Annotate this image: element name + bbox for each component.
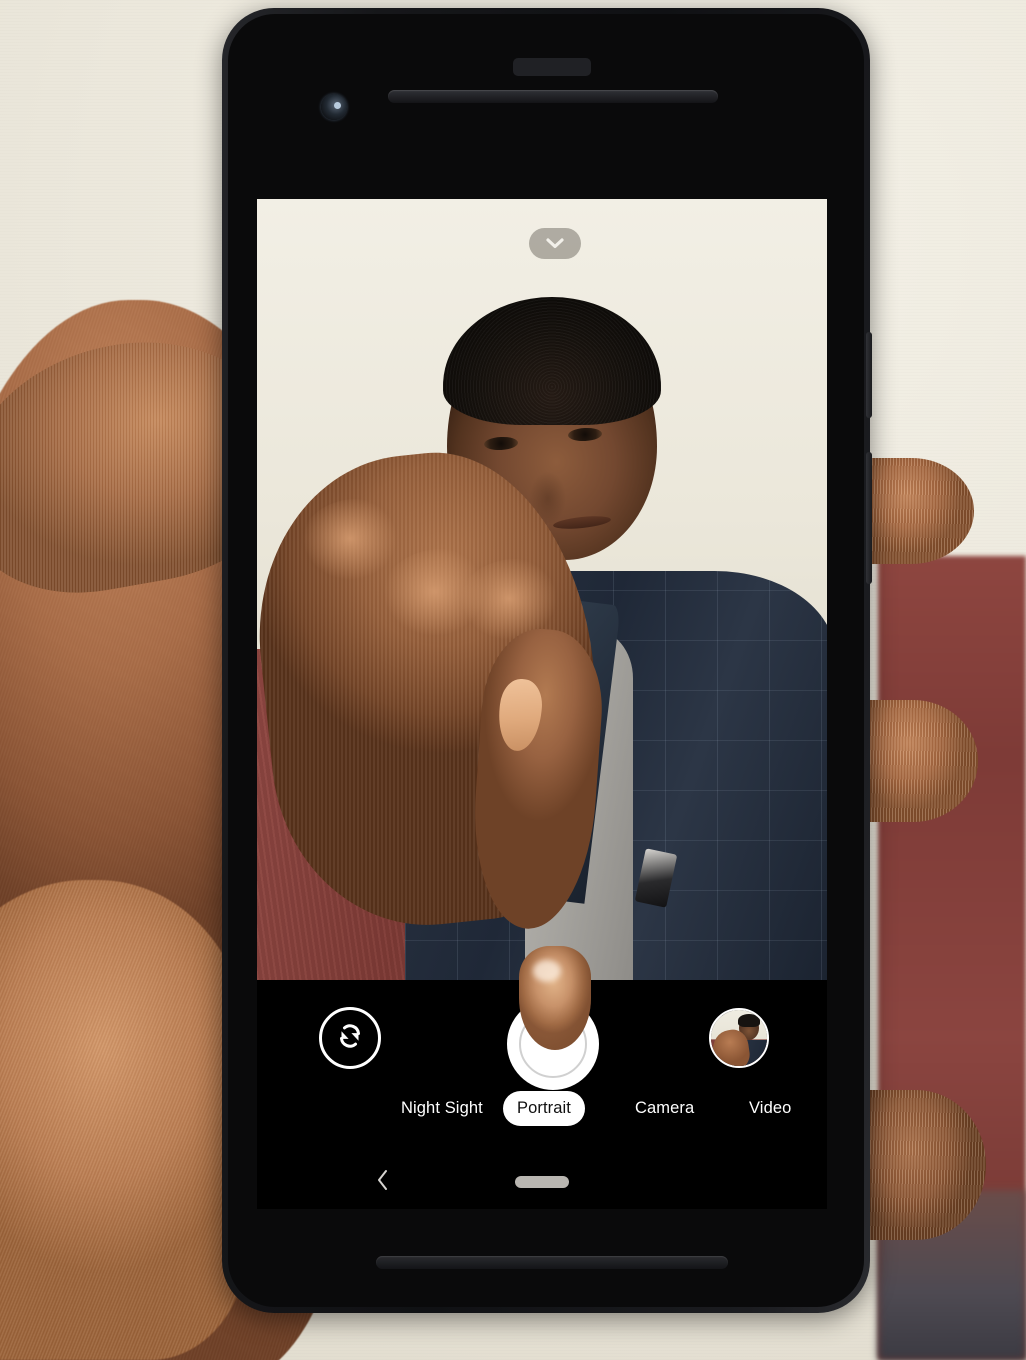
sensor-slot-icon bbox=[513, 58, 591, 76]
flip-camera-button[interactable] bbox=[319, 1007, 381, 1069]
camera-viewfinder[interactable] bbox=[257, 199, 827, 980]
android-navigation-bar bbox=[257, 1157, 827, 1209]
chevron-down-icon bbox=[545, 237, 565, 250]
home-gesture-pill[interactable] bbox=[515, 1176, 569, 1188]
mode-camera[interactable]: Camera bbox=[621, 1091, 708, 1126]
volume-rocker[interactable] bbox=[866, 452, 872, 584]
scene-root: Night Sight Portrait Camera Video bbox=[0, 0, 1026, 1360]
gallery-thumbnail-hair bbox=[738, 1014, 760, 1027]
earpiece-speaker-icon bbox=[388, 90, 718, 103]
mode-night-sight[interactable]: Night Sight bbox=[387, 1091, 497, 1126]
nav-back-button[interactable] bbox=[369, 1169, 395, 1195]
power-button[interactable] bbox=[866, 332, 872, 418]
bottom-speaker-grille-icon bbox=[376, 1256, 728, 1269]
chevron-left-icon bbox=[375, 1168, 390, 1197]
phone-body: Night Sight Portrait Camera Video bbox=[222, 8, 870, 1313]
camera-flip-icon bbox=[333, 1019, 367, 1058]
phone-screen: Night Sight Portrait Camera Video bbox=[257, 199, 827, 1209]
mode-video[interactable]: Video bbox=[735, 1091, 805, 1126]
holding-hand-palm bbox=[0, 880, 250, 1360]
viewfinder-expand-button[interactable] bbox=[529, 228, 581, 259]
front-camera-lens-icon bbox=[321, 94, 347, 120]
camera-mode-selector: Night Sight Portrait Camera Video bbox=[257, 1091, 827, 1139]
user-finger-on-shutter bbox=[519, 946, 591, 1050]
gallery-thumbnail-button[interactable] bbox=[709, 1008, 769, 1068]
mode-portrait[interactable]: Portrait bbox=[503, 1091, 585, 1126]
phone-bezel: Night Sight Portrait Camera Video bbox=[228, 14, 864, 1307]
